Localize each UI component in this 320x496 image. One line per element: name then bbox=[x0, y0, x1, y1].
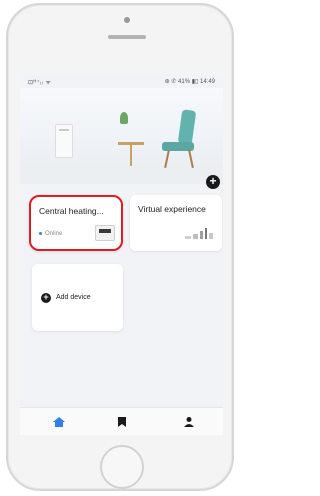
front-camera bbox=[124, 17, 130, 23]
tab-bar bbox=[20, 407, 223, 435]
side-table-leg bbox=[130, 144, 132, 166]
device-status-label: Online bbox=[45, 231, 63, 237]
hero-banner bbox=[20, 88, 223, 184]
chair-back bbox=[177, 109, 197, 145]
status-right: ⊛ ✆ 41% ▮▯ 14:49 bbox=[164, 79, 215, 85]
profile-icon[interactable] bbox=[182, 416, 196, 428]
add-device-icon: + bbox=[41, 293, 51, 303]
earpiece-speaker bbox=[108, 35, 146, 39]
status-dot-icon bbox=[39, 231, 42, 235]
home-button[interactable] bbox=[100, 445, 144, 489]
device-name: Central heating... bbox=[39, 206, 104, 216]
bookmark-icon[interactable] bbox=[115, 416, 129, 428]
device-card-virtual-experience[interactable]: Virtual experience bbox=[130, 195, 222, 251]
status-bar: ⊡ᴴ⁺ᵢᵢ ᯤ ⊛ ✆ 41% ▮▯ 14:49 bbox=[20, 74, 223, 88]
status-left: ⊡ᴴ⁺ᵢᵢ ᯤ bbox=[28, 80, 52, 86]
device-status: Online bbox=[39, 231, 62, 237]
add-device-card[interactable]: + Add device bbox=[32, 264, 123, 331]
device-name: Virtual experience bbox=[138, 204, 206, 214]
add-device-label: Add device bbox=[56, 294, 91, 301]
add-icon[interactable]: + bbox=[206, 175, 220, 189]
air-purifier-image bbox=[55, 124, 73, 158]
thermostat-icon bbox=[95, 225, 115, 241]
virtual-devices-icon bbox=[185, 228, 213, 239]
plant-image bbox=[120, 112, 128, 124]
home-icon[interactable] bbox=[52, 416, 66, 428]
device-card-central-heating[interactable]: Central heating... Online bbox=[29, 195, 123, 251]
app-screen: ⊡ᴴ⁺ᵢᵢ ᯤ ⊛ ✆ 41% ▮▯ 14:49 + Central heati… bbox=[20, 74, 223, 435]
